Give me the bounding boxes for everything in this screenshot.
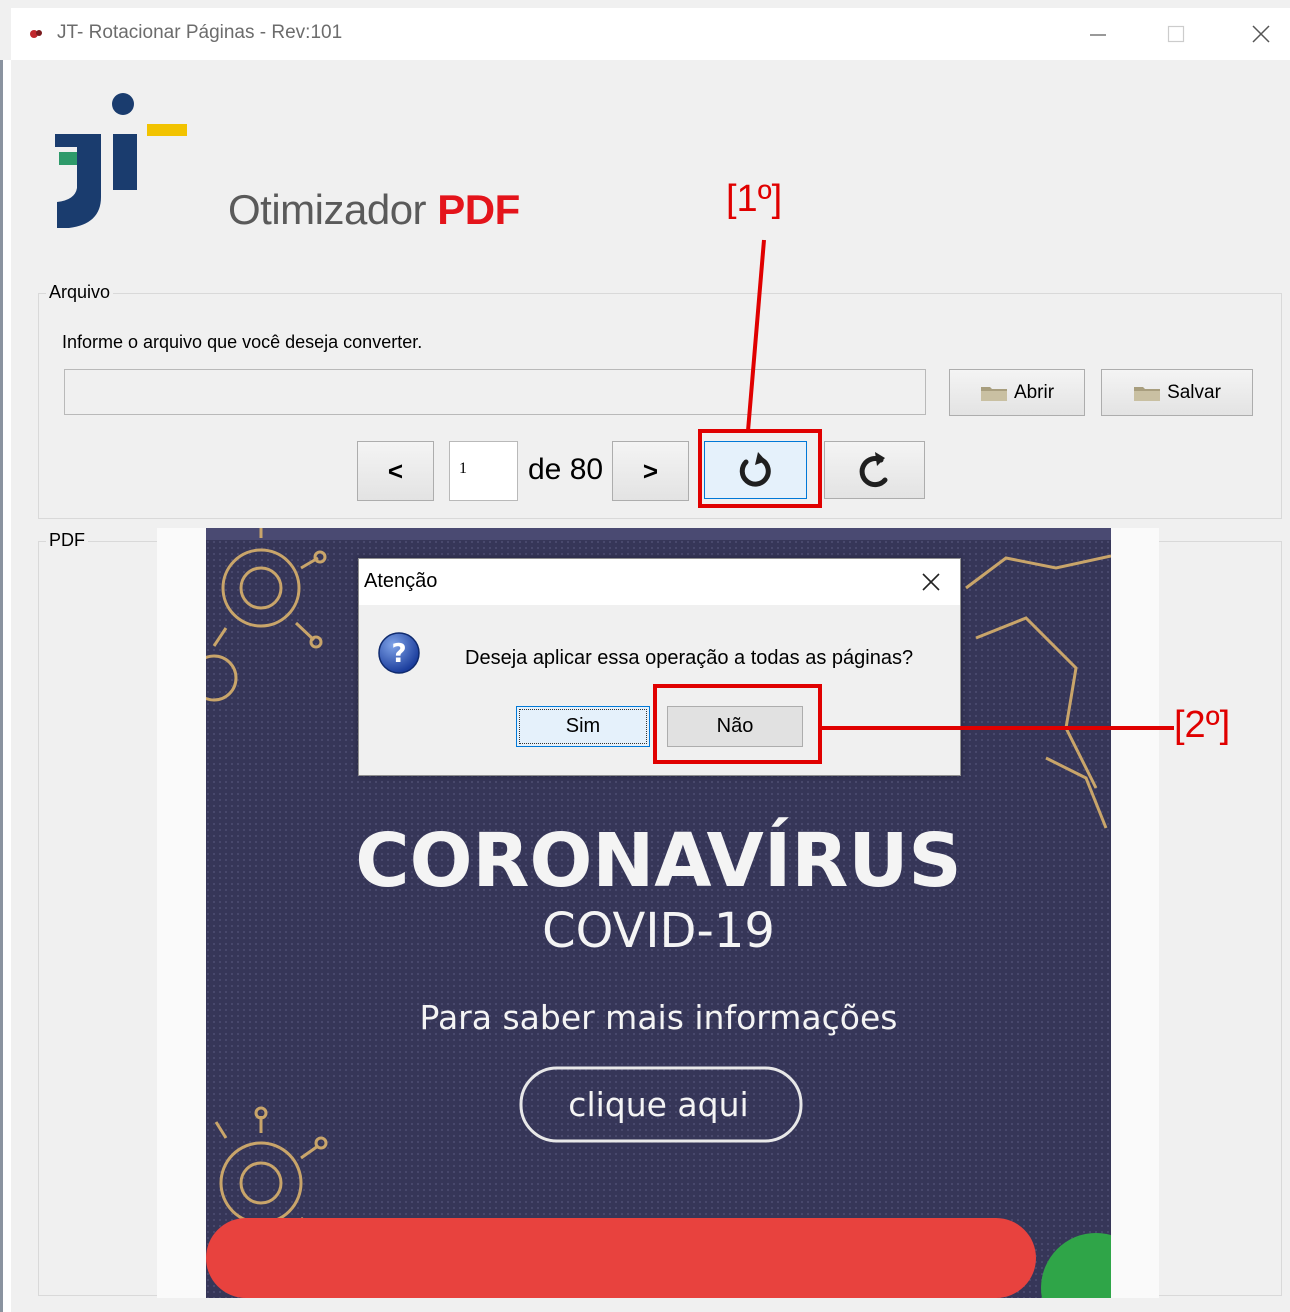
window-border: [0, 60, 11, 1312]
close-icon[interactable]: [921, 572, 941, 592]
step2-annotation-line: [820, 726, 1174, 730]
maximize-button[interactable]: [1156, 16, 1196, 52]
page-number-input[interactable]: 1: [449, 441, 518, 501]
brand-prefix: Otimizador: [228, 186, 427, 233]
prev-page-label: <: [387, 455, 404, 486]
file-path-input[interactable]: [64, 369, 926, 415]
save-button-label: Salvar: [1167, 381, 1221, 403]
dialog-message: Deseja aplicar essa operação a todas as …: [465, 647, 914, 669]
brand-title: Otimizador PDF: [228, 186, 520, 234]
maximize-icon: [1167, 25, 1185, 43]
folder-icon: [980, 386, 1007, 401]
yes-button[interactable]: Sim: [516, 706, 650, 747]
title-bar[interactable]: JT- Rotacionar Páginas - Rev:101: [11, 8, 1290, 60]
svg-text:?: ?: [391, 639, 406, 669]
step1-annotation-label: [1º]: [726, 178, 783, 220]
minimize-icon: [1090, 34, 1106, 36]
rotate-clockwise-icon: [859, 452, 887, 488]
page-total: de 80: [528, 453, 604, 486]
file-hint: Informe o arquivo que você deseja conver…: [62, 332, 423, 352]
dialog-title: Atenção: [364, 570, 438, 592]
open-button[interactable]: Abrir: [949, 369, 1085, 416]
open-button-label: Abrir: [1013, 381, 1055, 403]
folder-icon: [1134, 386, 1161, 401]
step2-annotation-box: [653, 684, 822, 764]
brand-suffix: PDF: [437, 186, 520, 233]
close-button[interactable]: [1241, 16, 1281, 52]
minimize-button[interactable]: [1078, 16, 1118, 52]
yes-button-label: Sim: [565, 715, 601, 737]
close-icon: [1252, 25, 1270, 43]
app-window: JT- Rotacionar Páginas - Rev:101 Otimiza…: [0, 0, 1290, 1312]
pdf-cta-text: clique aqui: [568, 1085, 749, 1124]
next-page-label: >: [642, 455, 659, 486]
pdf-group-label: PDF: [46, 530, 88, 551]
save-button[interactable]: Salvar: [1101, 369, 1253, 416]
next-page-button[interactable]: >: [612, 441, 689, 501]
prev-page-button[interactable]: <: [357, 441, 434, 501]
question-icon: ?: [378, 632, 420, 674]
pdf-subheadline: COVID-19: [542, 903, 775, 959]
dialog-title-bar[interactable]: Atenção: [359, 559, 960, 605]
step1-annotation-line: [746, 239, 766, 432]
step1-annotation-box: [698, 429, 822, 508]
step2-annotation-label: [2º]: [1174, 704, 1231, 746]
pdf-info-text: Para saber mais informações: [419, 998, 898, 1037]
pdf-headline: CORONAVÍRUS: [355, 818, 962, 904]
rotate-right-button[interactable]: [824, 441, 925, 499]
window-title: JT- Rotacionar Páginas - Rev:101: [57, 22, 343, 43]
file-group-label: Arquivo: [46, 282, 114, 303]
app-icon: [30, 30, 42, 38]
jt-logo: [55, 93, 187, 228]
